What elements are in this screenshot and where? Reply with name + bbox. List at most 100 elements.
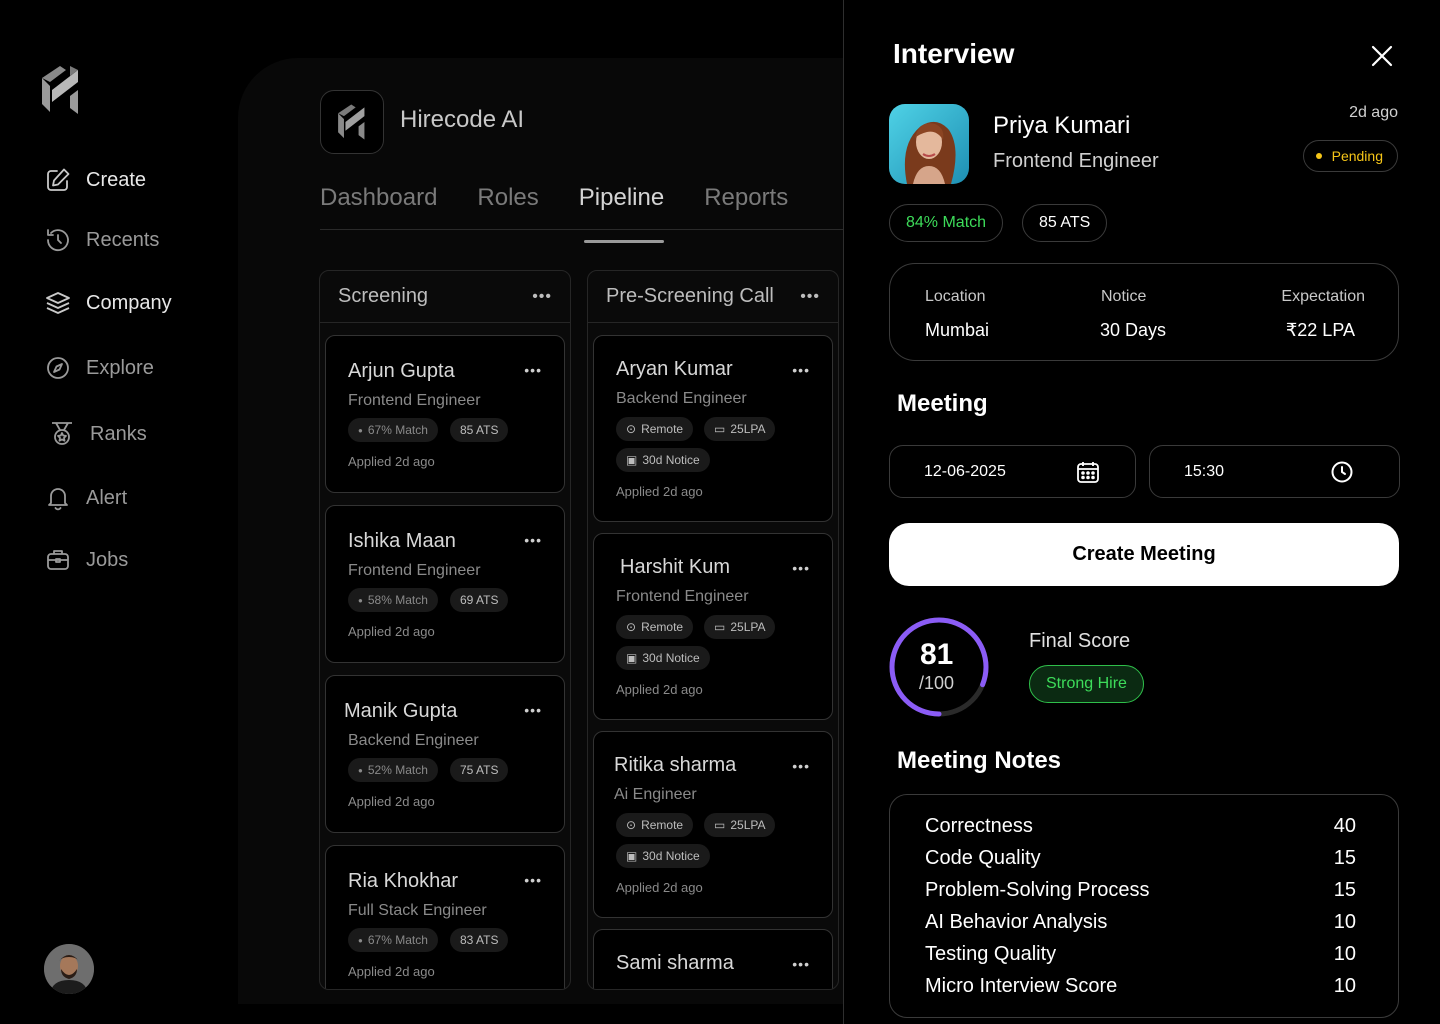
card-menu-icon[interactable]: •••	[524, 532, 542, 548]
candidate-name: Priya Kumari	[993, 112, 1131, 139]
applied-time: Applied 2d ago	[616, 682, 703, 697]
candidate-name: Harshit Kum	[620, 556, 731, 578]
card-menu-icon[interactable]: •••	[792, 758, 810, 774]
candidate-photo	[889, 104, 969, 184]
column-title: Pre-Screening Call	[606, 285, 774, 307]
match-text: 67% Match	[367, 423, 428, 437]
candidate-info-box: Location Mumbai Notice 30 Days Expectati…	[889, 263, 1399, 361]
note-row: Micro Interview Score 10	[925, 975, 1356, 998]
location-text: Remote	[641, 620, 684, 634]
close-icon[interactable]	[1368, 42, 1396, 70]
candidate-role: Backend Engineer	[616, 390, 747, 407]
card-menu-icon[interactable]: •••	[792, 956, 810, 972]
sidebar-item-label: Jobs	[86, 548, 129, 571]
location-pin-icon: ⊙	[626, 818, 637, 832]
status-dot-icon	[1315, 153, 1322, 159]
applied-time: Applied 2d ago	[616, 484, 703, 499]
layers-icon	[46, 292, 70, 314]
clock-icon[interactable]	[1329, 459, 1355, 485]
edit-icon	[47, 168, 70, 191]
candidate-card[interactable]: Aryan Kumar Backend Engineer ••• ⊙ Remote…	[593, 335, 833, 522]
candidate-card[interactable]: Harshit Kum Frontend Engineer ••• ⊙ Remot…	[593, 533, 833, 720]
calendar-icon[interactable]	[1075, 459, 1101, 485]
calendar-icon: ▣	[626, 453, 638, 467]
date-value: 12-06-2025	[924, 462, 1006, 480]
tab-pipeline[interactable]: Pipeline	[579, 184, 665, 243]
candidate-name: Aryan Kumar	[616, 358, 733, 380]
brand-logo-tile[interactable]	[320, 90, 384, 154]
notice-text: 30d Notice	[642, 453, 700, 467]
notice-text: 30d Notice	[642, 849, 700, 863]
pipeline-column-screening: Screening ••• Arjun Gupta Frontend Engin…	[319, 270, 571, 990]
sidebar-item-jobs[interactable]: Jobs	[44, 544, 128, 576]
meeting-time-field[interactable]: 15:30	[1149, 445, 1400, 498]
candidate-name: Manik Gupta	[344, 700, 458, 722]
match-chip: ● 58% Match	[348, 588, 438, 612]
match-chip: ● 52% Match	[348, 758, 438, 782]
sidebar-item-company[interactable]: Company	[44, 287, 172, 319]
candidate-card[interactable]: Sami sharma •••	[593, 929, 833, 989]
candidate-card[interactable]: Arjun Gupta Frontend Engineer ••• ● 67% M…	[325, 335, 565, 493]
salary-chip: ▭ 25LPA	[704, 417, 776, 441]
salary-text: 25LPA	[730, 422, 766, 436]
candidate-photo-icon	[889, 104, 969, 184]
create-meeting-button[interactable]: Create Meeting	[889, 523, 1399, 586]
dot-icon: ●	[358, 935, 363, 945]
candidate-role: Frontend Engineer	[616, 588, 749, 605]
note-row: AI Behavior Analysis 10	[925, 911, 1356, 934]
note-label: AI Behavior Analysis	[925, 911, 1108, 933]
sidebar-item-recents[interactable]: Recents	[44, 224, 159, 256]
status-badge: Pending	[1302, 140, 1398, 172]
sidebar-item-ranks[interactable]: Ranks	[48, 418, 147, 450]
column-menu-icon[interactable]: •••	[532, 288, 552, 306]
calendar-icon: ▣	[626, 651, 638, 665]
sidebar-item-label: Recents	[86, 228, 160, 251]
ats-chip: 75 ATS	[450, 758, 509, 782]
sidebar-item-alert[interactable]: Alert	[44, 482, 127, 514]
tab-roles[interactable]: Roles	[477, 184, 538, 229]
score-value: 81	[920, 638, 954, 671]
candidate-card[interactable]: Ishika Maan Frontend Engineer ••• ● 58% M…	[325, 505, 565, 663]
sidebar-item-label: Alert	[86, 486, 128, 509]
salary-text: 25LPA	[730, 818, 766, 832]
candidate-name: Sami sharma	[616, 952, 734, 974]
card-menu-icon[interactable]: •••	[792, 362, 810, 378]
dot-icon: ●	[358, 765, 363, 775]
candidate-card[interactable]: Ritika sharma Ai Engineer ••• ⊙ Remote ▭ 2…	[593, 731, 833, 918]
card-menu-icon[interactable]: •••	[792, 560, 810, 576]
candidate-card[interactable]: Manik Gupta Backend Engineer ••• ● 52% Ma…	[325, 675, 565, 833]
candidate-role: Full Stack Engineer	[348, 902, 487, 919]
location-text: Remote	[641, 422, 684, 436]
time-value: 15:30	[1184, 462, 1225, 480]
note-value: 10	[1333, 943, 1356, 965]
compass-icon	[47, 357, 69, 379]
card-menu-icon[interactable]: •••	[524, 362, 542, 378]
pipeline-column-pre-screening: Pre-Screening Call ••• Aryan Kumar Backe…	[587, 270, 839, 990]
sidebar-item-label: Ranks	[90, 422, 147, 445]
notice-chip: ▣ 30d Notice	[616, 448, 710, 472]
location-value: Mumbai	[925, 320, 990, 340]
meeting-date-field[interactable]: 12-06-2025	[889, 445, 1136, 498]
sidebar-item-explore[interactable]: Explore	[44, 352, 154, 384]
candidate-role: Frontend Engineer	[993, 150, 1159, 172]
app-logo-icon[interactable]	[40, 64, 82, 116]
candidate-card[interactable]: Ria Khokhar Full Stack Engineer ••• ● 67%…	[325, 845, 565, 989]
sidebar-item-create[interactable]: Create	[44, 164, 146, 196]
history-icon	[47, 229, 69, 252]
sidebar-item-label: Create	[86, 168, 147, 191]
note-row: Correctness 40	[925, 815, 1356, 838]
tab-reports[interactable]: Reports	[704, 184, 788, 229]
note-value: 15	[1333, 847, 1356, 869]
location-chip: ⊙ Remote	[616, 615, 694, 639]
column-menu-icon[interactable]: •••	[800, 288, 820, 306]
user-avatar[interactable]	[44, 944, 94, 994]
note-row: Code Quality 15	[925, 847, 1356, 870]
medal-icon	[52, 422, 72, 445]
sidebar-item-label: Company	[86, 291, 172, 314]
expectation-label: Expectation	[1281, 288, 1365, 305]
match-chip: ● 67% Match	[348, 418, 438, 442]
card-menu-icon[interactable]: •••	[524, 702, 542, 718]
tab-dashboard[interactable]: Dashboard	[320, 184, 437, 229]
score-denominator: /100	[919, 673, 955, 693]
card-menu-icon[interactable]: •••	[524, 872, 542, 888]
